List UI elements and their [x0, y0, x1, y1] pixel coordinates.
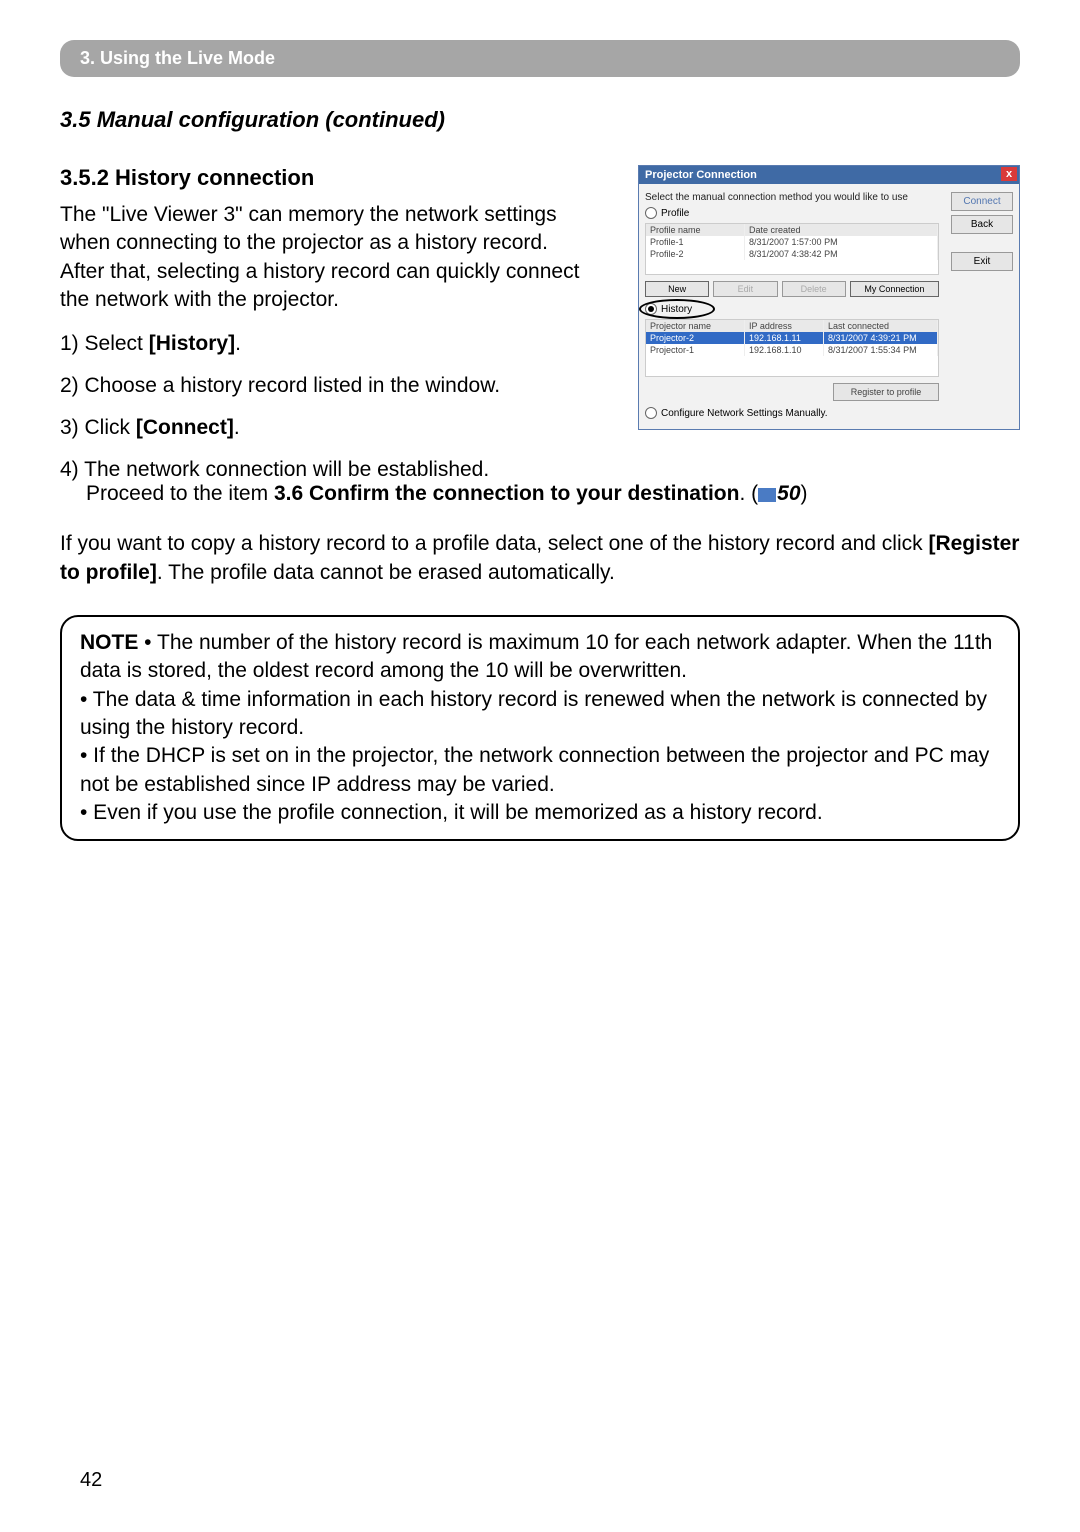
new-button[interactable]: New — [645, 281, 709, 297]
step-4-line1: 4) The network connection will be establ… — [60, 458, 1020, 482]
col-date-created: Date created — [745, 224, 938, 236]
register-to-profile-button[interactable]: Register to profile — [833, 383, 939, 401]
dialog-side-buttons: Connect Back Exit — [945, 184, 1019, 429]
note-bullet-1: • The number of the history record is ma… — [80, 631, 992, 682]
step-1-prefix: 1) Select — [60, 332, 149, 355]
note-bullet-3: • If the DHCP is set on in the projector… — [80, 744, 989, 795]
col-last-connected: Last connected — [824, 320, 938, 332]
dialog-titlebar: Projector Connection x — [639, 166, 1019, 184]
step-4-line2-prefix: Proceed to the item — [86, 482, 274, 505]
dialog-instruction: Select the manual connection method you … — [645, 192, 939, 203]
step-1: 1) Select [History]. — [60, 332, 590, 356]
screenshot: Projector Connection x Select the manual… — [638, 165, 1020, 430]
exit-button[interactable]: Exit — [951, 252, 1013, 271]
copy-paragraph-suffix: . The profile data cannot be erased auto… — [157, 561, 615, 584]
step-3-bold: [Connect] — [136, 416, 234, 439]
step-3-suffix: . — [234, 416, 240, 439]
radio-manual[interactable]: Configure Network Settings Manually. — [645, 407, 939, 419]
subsection-title: 3.5.2 History connection — [60, 165, 590, 191]
profile-table: Profile name Date created Profile-1 8/31… — [645, 223, 939, 297]
manual-ref-icon — [758, 488, 776, 502]
history-table: Projector name IP address Last connected… — [645, 319, 939, 377]
intro-paragraph: The "Live Viewer 3" can memory the netwo… — [60, 201, 590, 314]
radio-icon — [645, 407, 657, 419]
content-two-column: 3.5.2 History connection The "Live Viewe… — [60, 165, 1020, 398]
table-row[interactable]: Profile-2 8/31/2007 4:38:42 PM — [646, 248, 938, 260]
edit-button[interactable]: Edit — [713, 281, 777, 297]
close-icon[interactable]: x — [1001, 167, 1017, 181]
step-1-suffix: . — [235, 332, 241, 355]
back-button[interactable]: Back — [951, 215, 1013, 234]
note-label: NOTE — [80, 631, 138, 654]
projector-connection-dialog: Projector Connection x Select the manual… — [638, 165, 1020, 430]
radio-profile-label: Profile — [661, 208, 689, 219]
table-row[interactable]: Profile-1 8/31/2007 1:57:00 PM — [646, 236, 938, 248]
table-row[interactable]: Projector-2 192.168.1.11 8/31/2007 4:39:… — [646, 332, 938, 344]
copy-paragraph: If you want to copy a history record to … — [60, 530, 1020, 587]
note-bullet-4: • Even if you use the profile connection… — [80, 801, 823, 824]
dialog-title-text: Projector Connection — [645, 169, 757, 181]
step-3-prefix: 3) Click — [60, 416, 136, 439]
step-4-close: ) — [801, 482, 808, 505]
note-bullet-2: • The data & time information in each hi… — [80, 688, 987, 739]
step-4-line2-bold: 3.6 Confirm the connection to your desti… — [274, 482, 740, 505]
section-title: 3.5 Manual configuration (continued) — [60, 107, 1020, 133]
col-projector-name: Projector name — [646, 320, 745, 332]
note-box: NOTE • The number of the history record … — [60, 615, 1020, 841]
step-4: 4) The network connection will be establ… — [60, 458, 1020, 506]
ref-page-number: 50 — [777, 482, 800, 505]
col-profile-name: Profile name — [646, 224, 745, 236]
my-connection-button[interactable]: My Connection — [850, 281, 939, 297]
radio-manual-label: Configure Network Settings Manually. — [661, 408, 828, 419]
col-ip-address: IP address — [745, 320, 824, 332]
step-1-bold: [History] — [149, 332, 235, 355]
radio-icon — [645, 207, 657, 219]
step-2: 2) Choose a history record listed in the… — [60, 374, 590, 398]
chapter-bar: 3. Using the Live Mode — [60, 40, 1020, 77]
page: 3. Using the Live Mode 3.5 Manual config… — [0, 0, 1080, 1532]
copy-paragraph-prefix: If you want to copy a history record to … — [60, 532, 928, 555]
page-number: 42 — [80, 1469, 102, 1492]
radio-profile[interactable]: Profile — [645, 207, 939, 219]
table-row[interactable]: Projector-1 192.168.1.10 8/31/2007 1:55:… — [646, 344, 938, 356]
delete-button[interactable]: Delete — [782, 281, 846, 297]
step-4-line2-suffix: . ( — [739, 482, 758, 505]
history-callout-oval — [639, 299, 715, 319]
connect-button[interactable]: Connect — [951, 192, 1013, 211]
profile-toolbar: New Edit Delete My Connection — [645, 281, 939, 297]
